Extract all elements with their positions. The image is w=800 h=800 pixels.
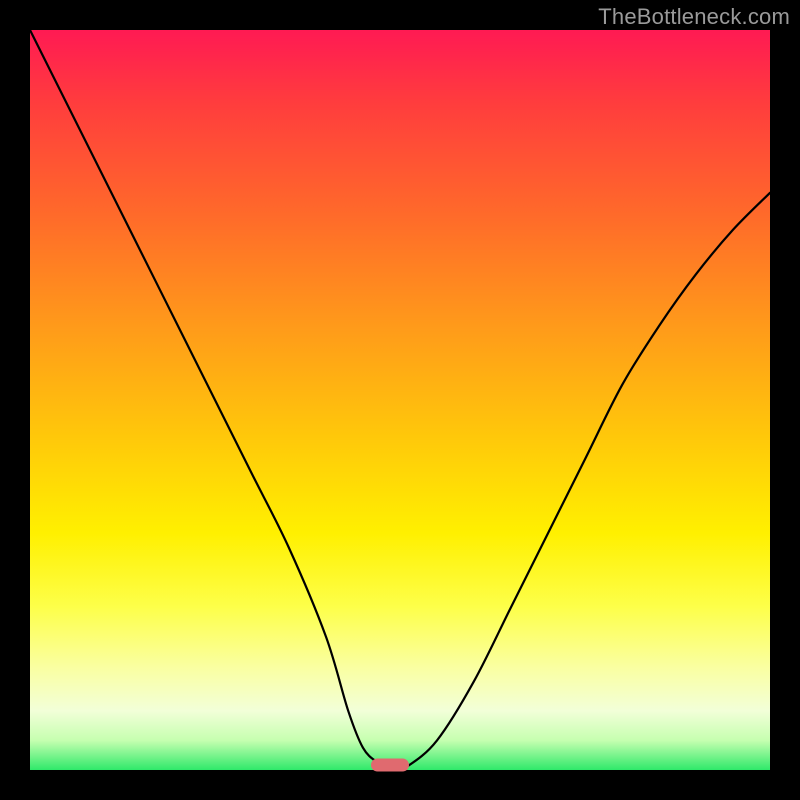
bottleneck-curve — [30, 30, 770, 770]
plot-area — [30, 30, 770, 770]
optimum-marker — [371, 759, 409, 772]
curve-svg — [30, 30, 770, 770]
chart-frame: TheBottleneck.com — [0, 0, 800, 800]
watermark-text: TheBottleneck.com — [598, 4, 790, 30]
